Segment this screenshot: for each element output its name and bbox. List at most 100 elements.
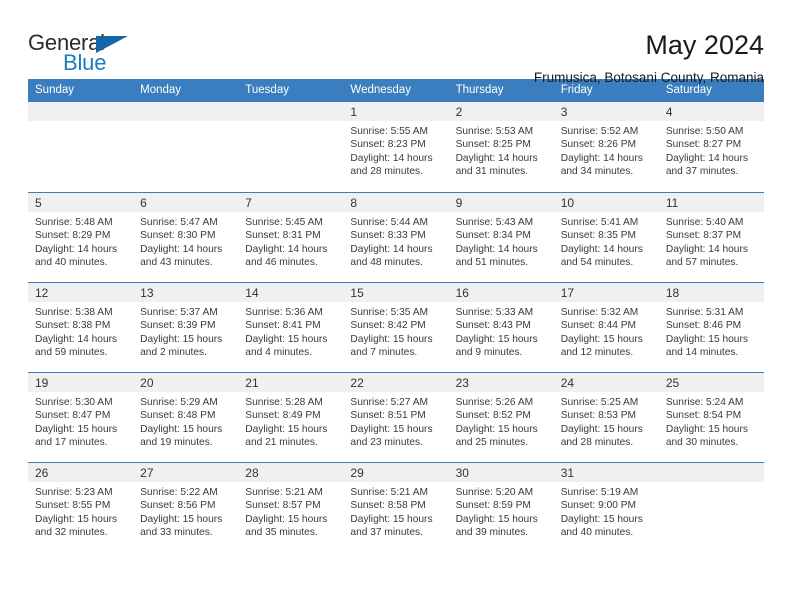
daylight-text-line2: and 28 minutes.: [560, 437, 634, 449]
calendar-day-cell[interactable]: 7 Sunrise: 5:45 AM Sunset: 8:31 PM Daylight…: [238, 192, 344, 282]
calendar-cell-empty: [238, 102, 344, 192]
day-cell-inner: 31 Sunrise: 5:19 AM Sunset: 9:00 PM Dayligh…: [553, 462, 659, 552]
calendar-day-cell[interactable]: 21 Sunrise: 5:28 AM Sunset: 8:49 PM Dayligh…: [238, 372, 344, 462]
calendar-day-cell[interactable]: 19 Sunrise: 5:30 AM Sunset: 8:47 PM Dayligh…: [28, 372, 134, 462]
page-subtitle: Frumusica, Botosani County, Romania: [533, 70, 764, 86]
calendar-day-cell[interactable]: 9 Sunrise: 5:43 AM Sunset: 8:34 PM Daylight…: [448, 192, 554, 282]
day-number: 23: [448, 373, 554, 392]
day-number: 28: [238, 463, 344, 482]
daylight-text-line1: Daylight: 15 hours: [560, 423, 643, 435]
daylight-text-line1: Daylight: 14 hours: [665, 243, 748, 255]
calendar-day-cell[interactable]: 3 Sunrise: 5:52 AM Sunset: 8:26 PM Daylight…: [553, 102, 659, 192]
calendar-day-cell[interactable]: 18 Sunrise: 5:31 AM Sunset: 8:46 PM Dayligh…: [658, 282, 764, 372]
sunrise-text: Sunrise: 5:43 AM: [455, 217, 534, 228]
sunrise-text: Sunrise: 5:32 AM: [560, 307, 639, 318]
day-sun-info: Sunrise: 5:45 AM Sunset: 8:31 PM Daylight:…: [238, 212, 343, 270]
daylight-text-line1: Daylight: 15 hours: [245, 423, 328, 435]
daylight-text-line1: Daylight: 14 hours: [350, 152, 433, 164]
calendar-day-cell[interactable]: 13 Sunrise: 5:37 AM Sunset: 8:39 PM Dayligh…: [133, 282, 239, 372]
calendar-day-cell[interactable]: 14 Sunrise: 5:36 AM Sunset: 8:41 PM Dayligh…: [238, 282, 344, 372]
calendar-day-cell[interactable]: 17 Sunrise: 5:32 AM Sunset: 8:44 PM Dayligh…: [553, 282, 659, 372]
day-sun-info: Sunrise: 5:30 AM Sunset: 8:47 PM Daylight:…: [28, 392, 133, 450]
day-cell-inner: 3 Sunrise: 5:52 AM Sunset: 8:26 PM Daylight…: [553, 102, 659, 192]
calendar-day-cell[interactable]: 10 Sunrise: 5:41 AM Sunset: 8:35 PM Dayligh…: [553, 192, 659, 282]
calendar-day-cell[interactable]: 29 Sunrise: 5:21 AM Sunset: 8:58 PM Dayligh…: [343, 462, 449, 552]
sunrise-text: Sunrise: 5:21 AM: [245, 487, 323, 498]
day-sun-info: Sunrise: 5:29 AM Sunset: 8:48 PM Daylight:…: [133, 392, 238, 450]
daylight-text-line2: and 4 minutes.: [245, 347, 313, 359]
sunrise-text: Sunrise: 5:53 AM: [455, 126, 534, 137]
calendar-week-row: 19 Sunrise: 5:30 AM Sunset: 8:47 PM Dayligh…: [28, 372, 764, 462]
day-cell-inner: 20 Sunrise: 5:29 AM Sunset: 8:48 PM Dayligh…: [133, 372, 239, 462]
day-sun-info: Sunrise: 5:33 AM Sunset: 8:43 PM Daylight:…: [449, 302, 554, 360]
sunrise-text: Sunrise: 5:22 AM: [140, 487, 218, 498]
sunset-text: Sunset: 8:37 PM: [665, 230, 742, 242]
sunrise-text: Sunrise: 5:28 AM: [245, 397, 323, 408]
calendar-day-cell[interactable]: 20 Sunrise: 5:29 AM Sunset: 8:48 PM Dayligh…: [133, 372, 239, 462]
calendar-day-cell[interactable]: 15 Sunrise: 5:35 AM Sunset: 8:42 PM Dayligh…: [343, 282, 449, 372]
day-number: 15: [343, 283, 449, 302]
sunrise-text: Sunrise: 5:55 AM: [350, 126, 429, 137]
calendar-day-cell[interactable]: 25 Sunrise: 5:24 AM Sunset: 8:54 PM Dayligh…: [658, 372, 764, 462]
day-cell-inner: [238, 102, 344, 192]
daylight-text-line2: and 37 minutes.: [350, 527, 423, 539]
sunrise-text: Sunrise: 5:36 AM: [245, 307, 323, 318]
day-number: 5: [28, 193, 134, 212]
daylight-text-line2: and 23 minutes.: [350, 437, 423, 449]
page-header: General Blue May 2024 Frumusica, Botosan…: [28, 0, 764, 85]
calendar-day-cell[interactable]: 8 Sunrise: 5:44 AM Sunset: 8:33 PM Daylight…: [343, 192, 449, 282]
calendar-day-cell[interactable]: 4 Sunrise: 5:50 AM Sunset: 8:27 PM Daylight…: [658, 102, 764, 192]
daylight-text-line1: Daylight: 15 hours: [455, 423, 538, 435]
daylight-text-line1: Daylight: 14 hours: [560, 243, 643, 255]
daylight-text-line2: and 17 minutes.: [35, 437, 108, 449]
general-blue-logo[interactable]: General Blue: [28, 30, 138, 78]
day-sun-info: Sunrise: 5:52 AM Sunset: 8:26 PM Daylight:…: [554, 121, 659, 179]
calendar-day-cell[interactable]: 16 Sunrise: 5:33 AM Sunset: 8:43 PM Dayligh…: [448, 282, 554, 372]
calendar-day-cell[interactable]: 6 Sunrise: 5:47 AM Sunset: 8:30 PM Daylight…: [133, 192, 239, 282]
sunset-text: Sunset: 8:46 PM: [665, 320, 742, 332]
calendar-day-cell[interactable]: 5 Sunrise: 5:48 AM Sunset: 8:29 PM Daylight…: [28, 192, 134, 282]
sunset-text: Sunset: 8:54 PM: [665, 410, 742, 422]
day-cell-inner: 22 Sunrise: 5:27 AM Sunset: 8:51 PM Dayligh…: [343, 372, 449, 462]
day-cell-inner: 17 Sunrise: 5:32 AM Sunset: 8:44 PM Dayligh…: [553, 282, 659, 372]
sunset-text: Sunset: 8:43 PM: [455, 320, 531, 332]
day-number: 11: [658, 193, 764, 212]
calendar-day-cell[interactable]: 24 Sunrise: 5:25 AM Sunset: 8:53 PM Dayligh…: [553, 372, 659, 462]
calendar-day-cell[interactable]: 26 Sunrise: 5:23 AM Sunset: 8:55 PM Dayligh…: [28, 462, 134, 552]
title-block: May 2024 Frumusica, Botosani County, Rom…: [534, 30, 764, 85]
daylight-text-line2: and 43 minutes.: [140, 257, 213, 269]
calendar-day-cell[interactable]: 27 Sunrise: 5:22 AM Sunset: 8:56 PM Dayligh…: [133, 462, 239, 552]
day-sun-info: Sunrise: 5:50 AM Sunset: 8:27 PM Daylight:…: [659, 121, 764, 179]
calendar-day-cell[interactable]: 11 Sunrise: 5:40 AM Sunset: 8:37 PM Dayligh…: [658, 192, 764, 282]
calendar-day-cell[interactable]: 31 Sunrise: 5:19 AM Sunset: 9:00 PM Dayligh…: [553, 462, 659, 552]
day-number: 1: [343, 102, 449, 121]
sunset-text: Sunset: 8:48 PM: [140, 410, 216, 422]
day-cell-inner: [28, 102, 134, 192]
sunset-text: Sunset: 8:27 PM: [665, 139, 742, 151]
calendar-day-cell[interactable]: 1 Sunrise: 5:55 AM Sunset: 8:23 PM Daylight…: [343, 102, 449, 192]
daylight-text-line1: Daylight: 14 hours: [35, 243, 118, 255]
day-number: 16: [448, 283, 554, 302]
calendar-body: 1 Sunrise: 5:55 AM Sunset: 8:23 PM Daylight…: [28, 102, 764, 552]
daylight-text-line2: and 48 minutes.: [350, 257, 423, 269]
day-cell-inner: 9 Sunrise: 5:43 AM Sunset: 8:34 PM Daylight…: [448, 192, 554, 282]
sunrise-text: Sunrise: 5:19 AM: [560, 487, 639, 498]
day-number: 3: [553, 102, 659, 121]
daylight-text-line2: and 31 minutes.: [455, 166, 529, 178]
calendar-day-cell[interactable]: 22 Sunrise: 5:27 AM Sunset: 8:51 PM Dayligh…: [343, 372, 449, 462]
day-sun-info: Sunrise: 5:55 AM Sunset: 8:23 PM Daylight:…: [343, 121, 448, 179]
calendar-day-cell[interactable]: 12 Sunrise: 5:38 AM Sunset: 8:38 PM Dayligh…: [28, 282, 134, 372]
sunrise-text: Sunrise: 5:20 AM: [455, 487, 534, 498]
sunset-text: Sunset: 8:35 PM: [560, 230, 637, 242]
day-sun-info: Sunrise: 5:41 AM Sunset: 8:35 PM Daylight:…: [554, 212, 659, 270]
calendar-day-cell[interactable]: 28 Sunrise: 5:21 AM Sunset: 8:57 PM Dayligh…: [238, 462, 344, 552]
calendar-day-cell[interactable]: 23 Sunrise: 5:26 AM Sunset: 8:52 PM Dayligh…: [448, 372, 554, 462]
calendar-day-cell[interactable]: 30 Sunrise: 5:20 AM Sunset: 8:59 PM Dayligh…: [448, 462, 554, 552]
day-number: 10: [553, 193, 659, 212]
calendar-day-cell[interactable]: 2 Sunrise: 5:53 AM Sunset: 8:25 PM Daylight…: [448, 102, 554, 192]
day-cell-inner: 28 Sunrise: 5:21 AM Sunset: 8:57 PM Dayligh…: [238, 462, 344, 552]
daylight-text-line1: Daylight: 15 hours: [140, 333, 223, 345]
day-sun-info: Sunrise: 5:38 AM Sunset: 8:38 PM Daylight:…: [28, 302, 133, 360]
weekday-header-monday: Monday: [133, 79, 239, 102]
daylight-text-line1: Daylight: 15 hours: [245, 513, 328, 525]
